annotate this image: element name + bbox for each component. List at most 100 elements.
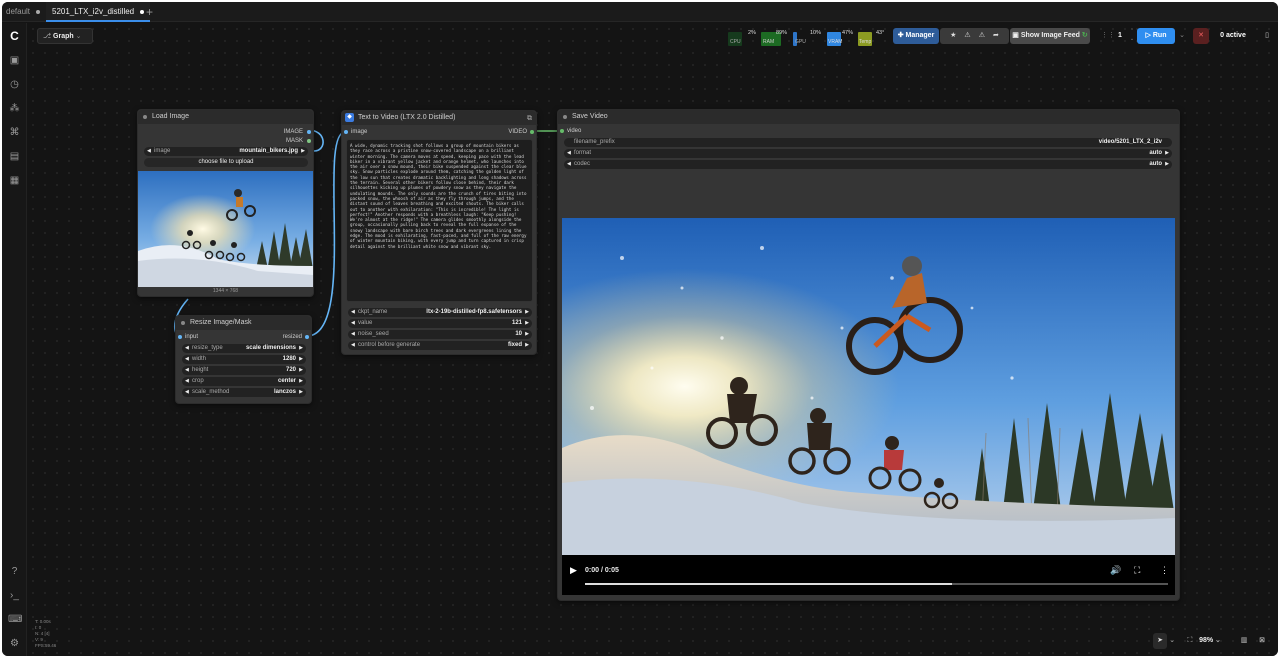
width-widget[interactable]: ◀ width 1280 ▶ — [182, 355, 306, 364]
zoom-level[interactable]: 98% ⌄ — [1198, 633, 1222, 649]
arrow-left-icon[interactable]: ◀ — [185, 344, 189, 353]
tab-default[interactable]: default — [6, 2, 41, 22]
video-timeline[interactable] — [585, 583, 1168, 585]
arrow-left-icon[interactable]: ◀ — [147, 147, 151, 156]
arrow-left-icon[interactable]: ◀ — [351, 330, 355, 339]
arrow-right-icon[interactable]: ▶ — [299, 344, 303, 353]
nodes-icon[interactable]: ⁂ — [8, 102, 21, 115]
tab-workflow[interactable]: 5201_LTX_i2v_distilled — [46, 2, 151, 22]
save-video-node[interactable]: Save Video video filename_prefix video/52… — [557, 109, 1180, 601]
run-options-icon[interactable]: ⌄ — [1177, 28, 1187, 44]
output-slot[interactable] — [305, 335, 309, 339]
arrow-right-icon[interactable]: ▶ — [525, 319, 529, 328]
arrow-right-icon[interactable]: ▶ — [525, 308, 529, 317]
terminal-icon[interactable]: ›_ — [8, 589, 21, 602]
fullscreen-icon[interactable]: ⛶ — [1134, 565, 1140, 576]
tool-chevron-icon[interactable]: ⌄ — [1168, 633, 1176, 649]
graph-mode-button[interactable]: ⎇ Graph ⌄ — [37, 28, 93, 44]
arrow-left-icon[interactable]: ◀ — [185, 388, 189, 397]
models-icon[interactable]: ⌘ — [8, 126, 21, 139]
arrow-left-icon[interactable]: ◀ — [351, 341, 355, 350]
arrow-right-icon[interactable]: ▶ — [299, 355, 303, 364]
resize-type-widget[interactable]: ◀ resize_type scale dimensions ▶ — [182, 344, 306, 353]
upload-button[interactable]: choose file to upload — [144, 158, 308, 167]
warning-icon[interactable]: ⚠ — [964, 32, 970, 39]
settings-icon[interactable]: ⚙ — [8, 637, 21, 650]
arrow-right-icon[interactable]: ▶ — [299, 377, 303, 386]
star-icon[interactable]: ★ — [950, 32, 956, 39]
arrow-left-icon[interactable]: ◀ — [567, 149, 571, 158]
active-count[interactable]: 0 active — [1215, 28, 1251, 44]
collapse-dot-icon[interactable] — [563, 115, 567, 119]
load-image-node[interactable]: Load Image IMAGE MASK ◀ image mountain_b… — [137, 109, 314, 297]
show-image-feed-button[interactable]: ▣ Show Image Feed ↻ — [1010, 28, 1090, 44]
fit-view-icon[interactable]: ⛶ — [1185, 633, 1195, 649]
run-button[interactable]: ▷ Run — [1137, 28, 1175, 44]
panel-toggle-icon[interactable]: ▯ — [1261, 28, 1273, 44]
history-icon[interactable]: ◷ — [8, 78, 21, 91]
ckpt-name-widget[interactable]: ◀ ckpt_name ltx-2-19b-distilled-fp8.safete… — [348, 308, 532, 317]
play-icon[interactable]: ▶ — [570, 565, 577, 576]
graph-canvas[interactable]: ⎇ Graph ⌄ CPU 2% RAM 89% GPU 10% VRAM 47… — [27, 23, 1278, 656]
minimap-icon[interactable]: ▥ — [1239, 633, 1249, 649]
keyboard-icon[interactable]: ⌨ — [8, 613, 22, 626]
arrow-left-icon[interactable]: ◀ — [567, 160, 571, 169]
help-icon[interactable]: ? — [8, 565, 21, 578]
alert-icon[interactable]: ⚠ — [979, 32, 985, 39]
images-icon[interactable]: ▣ — [8, 54, 21, 67]
input-slot[interactable] — [178, 335, 182, 339]
arrow-right-icon[interactable]: ▶ — [525, 330, 529, 339]
arrow-right-icon[interactable]: ▶ — [525, 341, 529, 350]
node-title[interactable]: Resize Image/Mask — [176, 316, 311, 330]
output-image-slot[interactable] — [307, 130, 311, 134]
image-select-widget[interactable]: ◀ image mountain_bikers.jpg ▶ — [144, 147, 308, 156]
height-widget[interactable]: ◀ height 720 ▶ — [182, 366, 306, 375]
comfy-logo-icon[interactable]: C — [8, 30, 21, 43]
input-video-slot[interactable] — [560, 129, 564, 133]
collapse-dot-icon[interactable] — [143, 115, 147, 119]
node-title[interactable]: ◆ Text to Video (LTX 2.0 Distilled) ⧉ — [342, 111, 536, 125]
video-player[interactable]: ▶ 0:00 / 0:05 🔊 ⛶ ⋮ — [562, 218, 1175, 595]
collapse-dot-icon[interactable] — [181, 321, 185, 325]
queue-count-input[interactable]: 1 — [1113, 28, 1127, 44]
value-widget[interactable]: ◀ value 121 ▶ — [348, 319, 532, 328]
codec-widget[interactable]: ◀ codec auto ▶ — [564, 160, 1172, 169]
arrow-right-icon[interactable]: ▶ — [1165, 149, 1169, 158]
input-image-slot[interactable] — [344, 130, 348, 134]
noise-seed-widget[interactable]: ◀ noise_seed 10 ▶ — [348, 330, 532, 339]
drag-handle-icon[interactable]: ⋮⋮ — [1101, 28, 1115, 44]
queue-stepper-icon[interactable]: ⌃ ⌄ — [1129, 27, 1135, 43]
volume-icon[interactable]: 🔊 — [1110, 565, 1121, 576]
manager-button[interactable]: ✚ Manager — [893, 28, 939, 44]
arrow-left-icon[interactable]: ◀ — [185, 366, 189, 375]
arrow-right-icon[interactable]: ▶ — [301, 147, 305, 156]
output-mask-slot[interactable] — [307, 139, 311, 143]
format-widget[interactable]: ◀ format auto ▶ — [564, 149, 1172, 158]
expand-icon[interactable]: ⧉ — [527, 112, 532, 126]
select-tool-icon[interactable]: ➤ — [1153, 633, 1167, 649]
filename-prefix-widget[interactable]: filename_prefix video/5201_LTX_2_i2v — [564, 138, 1172, 147]
arrow-left-icon[interactable]: ◀ — [351, 319, 355, 328]
new-tab-icon[interactable]: + — [146, 2, 153, 22]
arrow-left-icon[interactable]: ◀ — [185, 355, 189, 364]
share-icon[interactable]: ➦ — [993, 32, 999, 39]
arrow-right-icon[interactable]: ▶ — [1165, 160, 1169, 169]
templates-icon[interactable]: ▦ — [8, 174, 21, 187]
arrow-right-icon[interactable]: ▶ — [299, 388, 303, 397]
output-video-slot[interactable] — [530, 130, 534, 134]
prompt-textarea[interactable]: A wide, dynamic tracking shot follows a … — [346, 139, 533, 302]
scale-method-widget[interactable]: ◀ scale_method lanczos ▶ — [182, 388, 306, 397]
crop-widget[interactable]: ◀ crop center ▶ — [182, 377, 306, 386]
more-options-icon[interactable]: ⋮ — [1160, 565, 1169, 576]
arrow-left-icon[interactable]: ◀ — [185, 377, 189, 386]
workflows-icon[interactable]: ▤ — [8, 150, 21, 163]
resize-image-node[interactable]: Resize Image/Mask input resized ◀ resize_… — [175, 315, 312, 404]
control-widget[interactable]: ◀ control before generate fixed ▶ — [348, 341, 532, 350]
cancel-icon[interactable]: ✕ — [1193, 28, 1209, 44]
node-title[interactable]: Save Video — [558, 110, 1179, 124]
link-visibility-icon[interactable]: ⊠ — [1257, 633, 1267, 649]
arrow-left-icon[interactable]: ◀ — [351, 308, 355, 317]
node-title[interactable]: Load Image — [138, 110, 313, 124]
arrow-right-icon[interactable]: ▶ — [299, 366, 303, 375]
text-to-video-node[interactable]: ◆ Text to Video (LTX 2.0 Distilled) ⧉ imag… — [341, 110, 537, 355]
